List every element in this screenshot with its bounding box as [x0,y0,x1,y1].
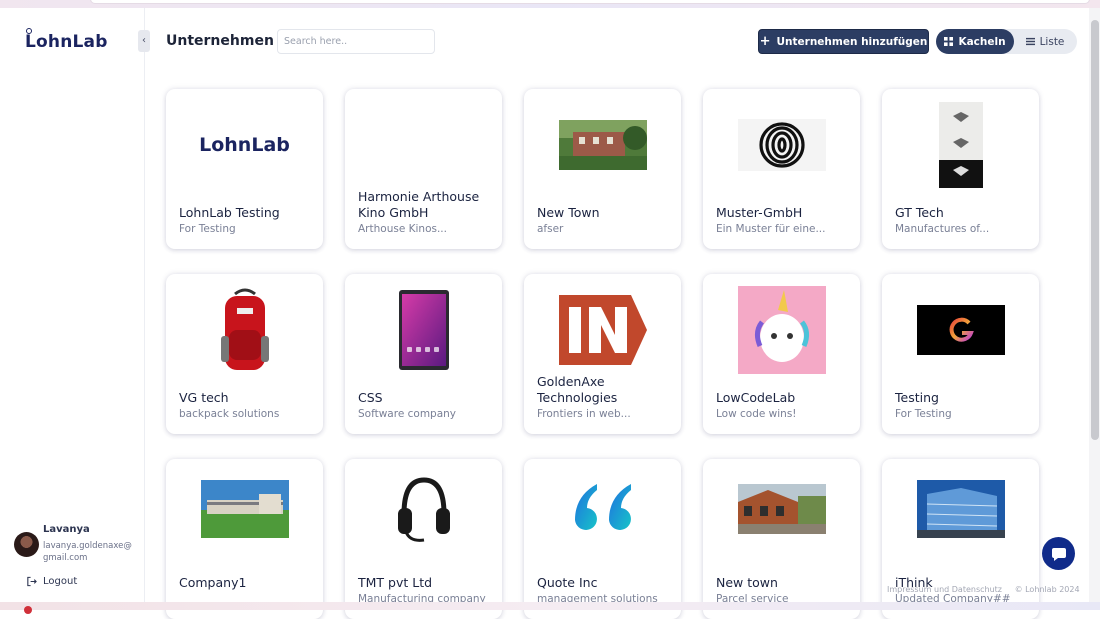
company-name: New Town [537,205,600,220]
company-name: Company1 [179,575,247,590]
plus-icon: + [759,33,771,49]
company-name: VG tech [179,390,229,405]
company-description: afser [537,223,564,235]
sidebar: LohnLab ‹ Lavanya lavanya.goldenaxe@gmai… [0,8,150,602]
company-name: LohnLab Testing [179,205,280,220]
company-description: For Testing [895,408,952,420]
company-card[interactable]: CSS Software company [345,274,502,434]
company-logo [345,99,502,191]
company-description: Frontiers in web... [537,408,631,420]
house-photo-image [558,120,647,170]
footer-copyright: © Lohnlab 2024 [1014,585,1080,594]
company-card[interactable]: Quote Inc management solutions [524,459,681,619]
in-logo-image [558,295,647,365]
company-description: backpack solutions [179,408,280,420]
office-photo-image [916,480,1005,538]
unicorn-image [737,286,826,374]
scrollbar-thumb[interactable] [1091,20,1099,440]
company-description: Ein Muster für eine... [716,223,826,235]
view-tiles-button[interactable]: Kacheln [936,29,1014,54]
g-logo-image [916,305,1005,355]
company-card[interactable]: GoldenAxe Technologies Frontiers in web.… [524,274,681,434]
company-name: Testing [895,390,939,405]
house2-photo-image [737,484,826,534]
company-card[interactable]: VG tech backpack solutions [166,274,323,434]
backpack-image [220,288,269,370]
gt-logo-image [938,102,983,188]
company-logo [166,284,323,376]
company-logo [882,463,1039,555]
company-logo [524,99,681,191]
company-name: Muster-GmbH [716,205,803,220]
company-logo [703,463,860,555]
app-logo[interactable]: LohnLab [25,28,108,52]
view-toggle: Kacheln Liste [936,29,1077,54]
search-input[interactable] [277,29,435,54]
avatar [14,532,39,557]
company-card[interactable]: LowCodeLab Low code wins! [703,274,860,434]
company-description: For Testing [179,223,236,235]
headset-image [397,477,450,542]
company-card[interactable]: TMT pvt Ltd Manufacturing company [345,459,502,619]
user-email: lavanya.goldenaxe@gmail.com [43,541,132,563]
company-card[interactable]: New town Parcel service [703,459,860,619]
footer-links[interactable]: Impressum und Datenschutz [887,585,1002,594]
company-logo [882,99,1039,191]
company-logo [345,463,502,555]
company-description: Manufactures of... [895,223,990,235]
tablet-image [398,290,449,370]
company-name: New town [716,575,778,590]
company-logo [166,463,323,555]
main-content: Unternehmen + Unternehmen hinzufügen Kac… [146,8,1088,619]
company-logo [882,284,1039,376]
user-name: Lavanya [43,524,90,535]
company-name: Quote Inc [537,575,598,590]
company-name: GoldenAxe Technologies [537,374,618,405]
company-name: Harmonie Arthouse Kino GmbH [358,189,480,220]
list-icon [1025,37,1035,46]
view-list-button[interactable]: Liste [1014,29,1076,54]
company-logo: LohnLab [166,99,323,191]
company-logo [524,284,681,376]
add-company-button[interactable]: + Unternehmen hinzufügen [758,29,929,54]
company-card[interactable]: GT Tech Manufactures of... [882,89,1039,249]
company-card[interactable]: LohnLab LohnLab Testing For Testing [166,89,323,249]
browser-top-strip [0,0,1100,8]
company-logo [703,99,860,191]
building-photo-image [200,480,289,538]
logout-icon [27,576,37,587]
chat-icon [1051,547,1066,561]
company-card[interactable]: Muster-GmbH Ein Muster für eine... [703,89,860,249]
footer: Impressum und Datenschutz © Lohnlab 2024 [887,585,1080,594]
company-description: Software company [358,408,457,420]
company-logo [345,284,502,376]
grid-icon [944,37,954,46]
browser-bottom-strip [0,602,1100,614]
company-card[interactable]: Company1 [166,459,323,619]
company-description: Arthouse Kinos... [358,223,447,235]
quote-logo-image [574,484,631,530]
company-card[interactable]: Harmonie Arthouse Kino GmbH Arthouse Kin… [345,89,502,249]
company-description: Low code wins! [716,408,797,420]
company-name: GT Tech [895,205,944,220]
company-card[interactable]: New Town afser [524,89,681,249]
company-logo [703,284,860,376]
swirl-logo-image [737,119,826,171]
logout-button[interactable]: Logout [26,576,77,587]
lohnlab-logo-image: LohnLab [199,134,290,156]
company-card[interactable]: iThink Updated Company## [882,459,1039,619]
company-name: CSS [358,390,383,405]
company-card[interactable]: Testing For Testing [882,274,1039,434]
company-logo [524,463,681,555]
chat-button[interactable] [1042,537,1075,570]
company-name: LowCodeLab [716,390,796,405]
page-title: Unternehmen [166,33,274,49]
company-name: TMT pvt Ltd [358,575,433,590]
